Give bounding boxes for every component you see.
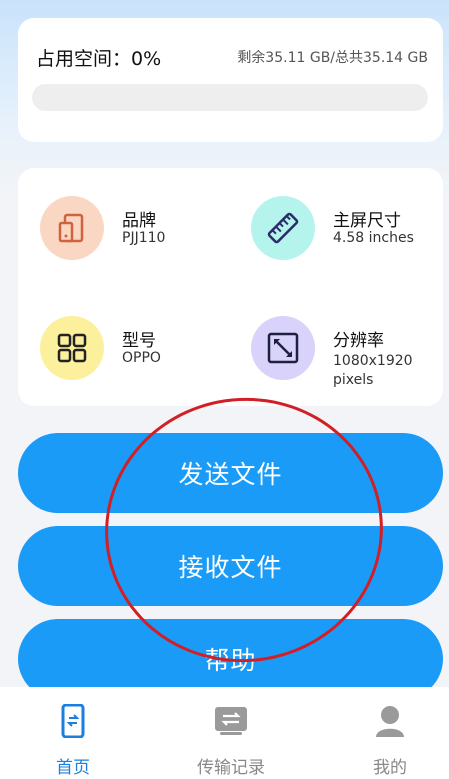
ruler-icon	[251, 196, 315, 260]
nav-label-history: 传输记录	[197, 758, 265, 778]
resize-icon	[251, 316, 315, 380]
nav-label-home: 首页	[56, 758, 90, 778]
receive-file-button[interactable]: 接收文件	[18, 526, 443, 606]
grid-icon	[40, 316, 104, 380]
tablet-phone-icon	[40, 196, 104, 260]
storage-card: 占用空间：0% 剩余35.11 GB/总共35.14 GB	[18, 18, 443, 142]
user-avatar-icon	[372, 703, 408, 739]
screen-size-label: 主屏尺寸	[333, 211, 401, 231]
resolution-value: 1080x1920 pixels	[333, 353, 413, 388]
model-label: 型号	[122, 331, 156, 351]
nav-item-me[interactable]: 我的	[330, 687, 449, 779]
transfer-records-icon	[213, 703, 249, 739]
screen-size-value: 4.58 inches	[333, 230, 414, 246]
storage-usage-title: 占用空间：0%	[36, 48, 162, 70]
device-info-card: 品牌 PJJ110 主屏尺寸 4.58 inches 型号 OPPO 分辨率 1…	[18, 168, 443, 406]
nav-label-me: 我的	[373, 758, 407, 778]
bottom-nav: 首页 传输记录 我的	[0, 687, 449, 779]
send-file-button[interactable]: 发送文件	[18, 433, 443, 513]
storage-detail-text: 剩余35.11 GB/总共35.14 GB	[237, 50, 428, 66]
nav-item-history[interactable]: 传输记录	[171, 687, 291, 779]
resolution-label: 分辨率	[333, 331, 384, 351]
brand-label: 品牌	[122, 211, 156, 231]
storage-progress-bar	[32, 84, 428, 111]
brand-value: PJJ110	[122, 230, 166, 246]
nav-item-home[interactable]: 首页	[13, 687, 133, 779]
phone-transfer-icon	[55, 703, 91, 739]
model-value: OPPO	[122, 350, 161, 366]
